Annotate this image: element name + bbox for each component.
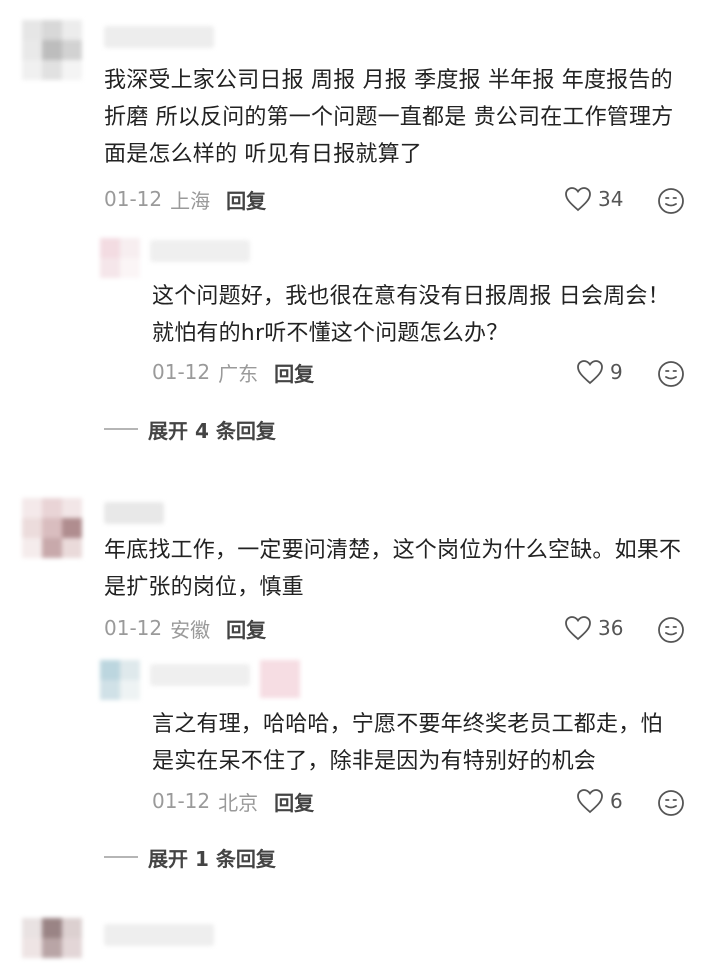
- comment-date: 01-12: [104, 616, 163, 640]
- like-button[interactable]: 36: [564, 613, 623, 643]
- reply-meta: 01-12 广东 回复: [152, 357, 314, 387]
- smiley-face-icon[interactable]: [656, 615, 686, 645]
- heart-outline-icon: [577, 789, 603, 814]
- reply-meta: 01-12 北京 回复: [152, 786, 314, 816]
- reply-button[interactable]: 回复: [274, 787, 314, 816]
- smiley-face-icon[interactable]: [656, 186, 686, 216]
- expand-replies-button[interactable]: 展开 4 条回复: [104, 414, 276, 444]
- reply-date: 01-12: [152, 789, 211, 813]
- avatar[interactable]: [22, 498, 82, 558]
- reply-username[interactable]: [150, 240, 250, 262]
- comment-location: 安徽: [170, 617, 211, 642]
- like-count: 36: [598, 616, 624, 640]
- smiley-face-icon[interactable]: [656, 788, 686, 818]
- comment-location: 上海: [170, 188, 211, 213]
- reply-location: 广东: [218, 361, 259, 386]
- smiley-face-icon[interactable]: [656, 359, 686, 389]
- username[interactable]: [104, 502, 164, 524]
- reply-location: 北京: [218, 790, 259, 815]
- avatar[interactable]: [22, 918, 82, 978]
- expand-replies-label: 展开 4 条回复: [148, 418, 276, 443]
- reply-text: 言之有理，哈哈哈，宁愿不要年终奖老员工都走，怕是实在呆不住了，除非是因为有特别好…: [152, 712, 663, 774]
- expand-replies-label: 展开 1 条回复: [148, 846, 276, 871]
- username[interactable]: [104, 26, 214, 48]
- like-button[interactable]: 9: [576, 357, 623, 387]
- reply-button[interactable]: 回复: [226, 614, 266, 643]
- reply-button[interactable]: 回复: [226, 185, 266, 214]
- heart-outline-icon: [577, 360, 603, 385]
- user-badge: [260, 660, 300, 698]
- comment-text: 年底找工作，一定要问清楚，这个岗位为什么空缺。如果不是扩张的岗位，慎重: [104, 538, 682, 600]
- like-button[interactable]: 34: [564, 184, 623, 214]
- reply-avatar[interactable]: [100, 660, 140, 700]
- avatar[interactable]: [22, 20, 82, 80]
- like-count: 9: [610, 360, 623, 384]
- username[interactable]: [104, 924, 214, 946]
- comment-date: 01-12: [104, 187, 163, 211]
- reply-button[interactable]: 回复: [274, 358, 314, 387]
- heart-outline-icon: [565, 187, 591, 212]
- expand-replies-button[interactable]: 展开 1 条回复: [104, 842, 276, 872]
- comment-meta: 01-12 安徽 回复: [104, 613, 266, 643]
- divider-line: [104, 856, 138, 858]
- like-count: 6: [610, 789, 623, 813]
- divider-line: [104, 428, 138, 430]
- reply-username[interactable]: [150, 664, 250, 686]
- like-button[interactable]: 6: [576, 786, 623, 816]
- comment-text: 我深受上家公司日报 周报 月报 季度报 半年报 年度报告的折磨 所以反问的第一个…: [104, 68, 674, 167]
- reply-date: 01-12: [152, 360, 211, 384]
- reply-avatar[interactable]: [100, 238, 140, 278]
- like-count: 34: [598, 187, 624, 211]
- reply-text: 这个问题好，我也很在意有没有日报周报 日会周会！就怕有的hr听不懂这个问题怎么办…: [152, 284, 670, 346]
- heart-outline-icon: [565, 616, 591, 641]
- comment-meta: 01-12 上海 回复: [104, 184, 266, 214]
